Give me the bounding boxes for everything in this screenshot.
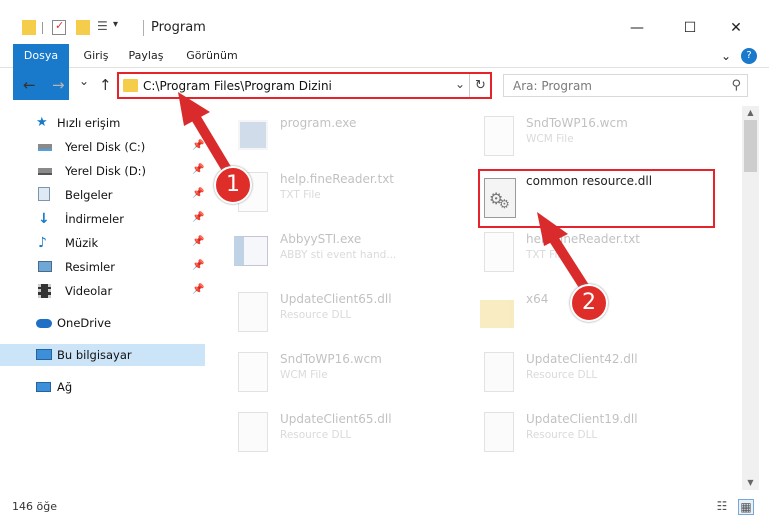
- arrow-2: [537, 212, 590, 293]
- step-badge-2: 2: [570, 284, 608, 322]
- arrow-1: [178, 92, 237, 183]
- annotation-arrows: [178, 92, 590, 293]
- step-badge-1: 1: [214, 166, 252, 204]
